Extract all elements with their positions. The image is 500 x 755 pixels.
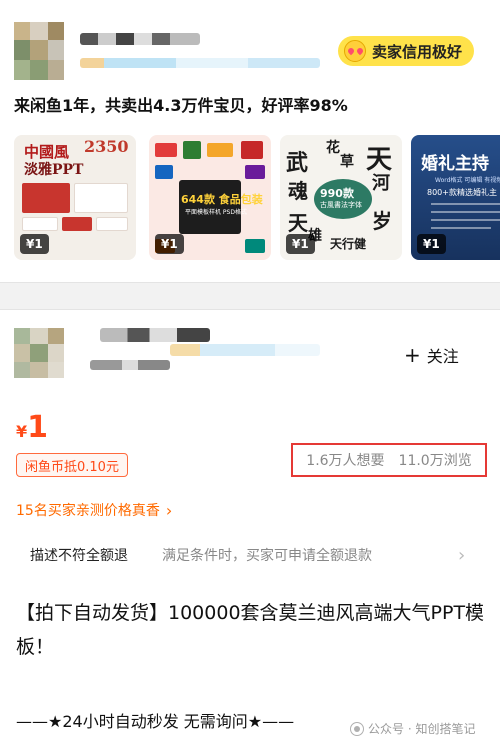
thumbnail-caption: 淡雅PPT <box>24 162 84 178</box>
seller-credit-badge: 卖家信用极好 <box>338 36 475 66</box>
thumbnail-caption: 800+款精选婚礼主 <box>427 188 497 197</box>
product-thumbnail[interactable]: 婚礼主持 Word格式 可编辑 有视频 800+款精选婚礼主 ¥1 <box>411 135 500 260</box>
seller-info-blurred <box>80 58 320 68</box>
follow-button[interactable]: + 关注 <box>404 343 459 367</box>
calligraphy-glyph: 魂 <box>288 179 308 203</box>
calligraphy-glyph: 草 <box>340 154 354 170</box>
thumbnail-caption: 990款 <box>320 187 354 200</box>
calligraphy-glyph: 天行健 <box>330 237 367 251</box>
listing-seller-info-blurred <box>170 344 320 356</box>
thumbnail-caption: 平面模板样机 PSD格式 <box>185 209 247 216</box>
calligraphy-glyph: 天 <box>288 211 308 235</box>
follow-label: 关注 <box>426 347 459 366</box>
calligraphy-glyph: 花 <box>326 140 340 156</box>
product-thumbnail[interactable]: 644款 食品包装 平面模板样机 PSD格式 ¥1 <box>149 135 271 260</box>
item-title: 【拍下自动发货】100000套含莫兰迪风高端大气PPT模板！ <box>16 602 485 658</box>
coin-deduct-tag: 闲鱼币抵0.10元 <box>16 453 128 477</box>
promo-line: ——★24小时自动秒发 无需询问★—— <box>16 712 295 731</box>
seller-name-blurred <box>80 33 200 45</box>
popularity-stats: 1.6万人想要 11.0万浏览 <box>291 443 487 477</box>
listing-seller-meta-blurred <box>90 360 170 370</box>
price-value: 1 <box>27 410 49 445</box>
seller-card: 卖家信用极好 来闲鱼1年，共卖出4.3万件宝贝，好评率98% 中國風 淡雅PPT… <box>0 0 500 280</box>
listing-seller-avatar[interactable] <box>14 328 64 378</box>
wechat-account-icon <box>350 721 364 736</box>
refund-guarantee-row[interactable]: 描述不符全额退 满足条件时，买家可申请全额退款 › <box>0 537 500 573</box>
watermark: 公众号 · 知创搭笔记 <box>350 720 475 737</box>
thumbnail-price: ¥1 <box>417 234 446 254</box>
price-currency: ¥ <box>16 422 28 441</box>
plus-icon: + <box>404 343 421 367</box>
watermark-text: 公众号 · 知创搭笔记 <box>368 722 476 736</box>
view-count: 11.0万浏览 <box>398 453 472 469</box>
thumbnail-price: ¥1 <box>155 234 184 254</box>
thumbnail-caption: 644款 食品包装 <box>181 193 263 206</box>
seller-credit-text: 卖家信用极好 <box>372 42 463 61</box>
verified-price-link[interactable]: 15名买家亲测价格真香 › <box>16 500 172 520</box>
calligraphy-glyph: 武 <box>286 150 309 176</box>
thumbnail-caption: 古風書法字体 <box>320 201 362 209</box>
listing-seller-name-blurred <box>100 328 210 342</box>
card-separator <box>0 282 500 310</box>
heart-eyes-icon <box>344 40 366 62</box>
guarantee-description: 满足条件时，买家可申请全额退款 <box>162 548 372 564</box>
item-price: ¥1 <box>16 410 48 445</box>
thumbnail-price: ¥1 <box>286 234 315 254</box>
verified-price-text: 15名买家亲测价格真香 <box>16 503 160 519</box>
thumbnail-caption: Word格式 可编辑 有视频 <box>435 177 500 184</box>
chevron-right-icon: › <box>458 544 466 566</box>
product-thumbnail[interactable]: 中國風 淡雅PPT 2350 ¥1 <box>14 135 136 260</box>
calligraphy-glyph: 河 <box>372 173 390 194</box>
product-thumbnail[interactable]: 武 魂 花 草 天 河 天 雄 岁 天行健 990款 古風書法字体 ¥1 <box>280 135 402 260</box>
seller-avatar[interactable] <box>14 22 64 80</box>
want-count: 1.6万人想要 <box>306 453 385 469</box>
guarantee-title: 描述不符全额退 <box>30 548 128 564</box>
calligraphy-glyph: 岁 <box>372 209 392 233</box>
thumbnail-caption: 婚礼主持 <box>421 154 489 174</box>
chevron-right-icon: › <box>165 500 173 520</box>
thumbnail-number: 2350 <box>84 137 129 156</box>
thumbnail-price: ¥1 <box>20 234 49 254</box>
seller-stats: 来闲鱼1年，共卖出4.3万件宝贝，好评率98% <box>14 96 348 115</box>
thumbnail-strip[interactable]: 中國風 淡雅PPT 2350 ¥1 644款 食品包装 平面模板样机 PSD格式… <box>14 135 500 260</box>
